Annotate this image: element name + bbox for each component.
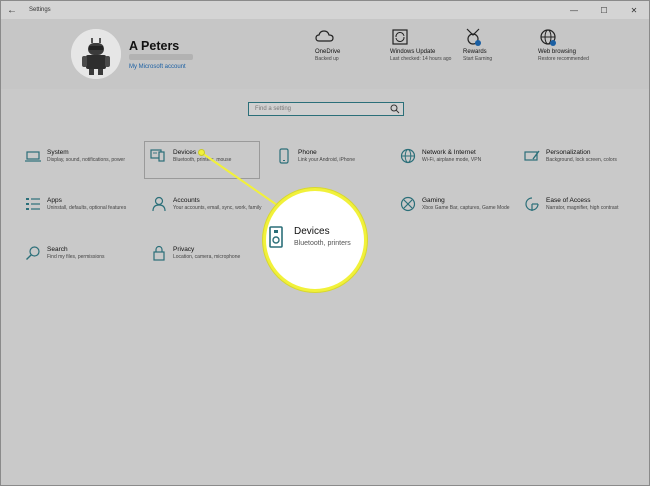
magnifier-subtitle: Bluetooth, printers <box>294 240 351 247</box>
magnifier-callout: Devices Bluetooth, printers <box>263 188 367 292</box>
magnifier-title: Devices <box>294 226 330 237</box>
settings-window: ← Settings — ☐ ✕ A Peters My Microsoft a… <box>0 0 650 486</box>
callout-dot <box>198 149 205 156</box>
devices-icon <box>269 226 283 248</box>
